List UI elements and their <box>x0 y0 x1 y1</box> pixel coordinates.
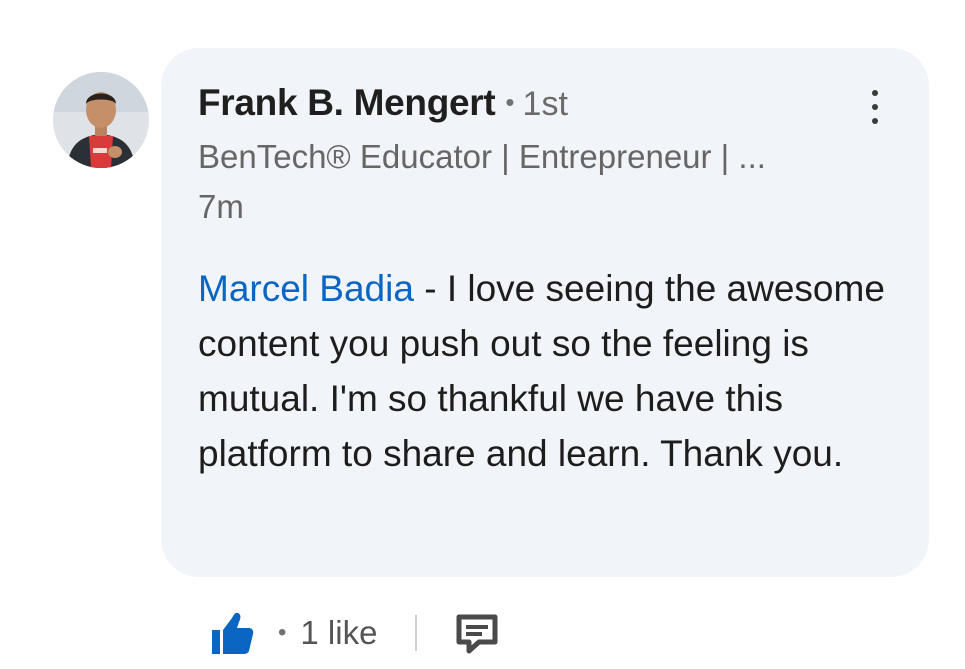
divider <box>415 615 418 651</box>
vertical-ellipsis-icon-dot <box>872 104 878 110</box>
author-name[interactable]: Frank B. Mengert <box>198 82 496 124</box>
comment-actions: • 1 like <box>210 603 499 663</box>
author-line: Frank B. Mengert • 1st <box>198 82 568 124</box>
comment-bubble: Frank B. Mengert • 1st BenTech® Educator… <box>161 48 929 577</box>
avatar-photo <box>53 72 149 168</box>
vertical-ellipsis-icon <box>872 90 878 96</box>
comment-icon[interactable] <box>455 612 499 654</box>
like-count[interactable]: 1 like <box>300 614 377 652</box>
separator-dot: • <box>505 87 515 117</box>
separator-dot: • <box>278 619 287 646</box>
author-headline: BenTech® Educator | Entrepreneur | ... <box>198 138 766 175</box>
more-options-button[interactable] <box>865 90 885 130</box>
timestamp: 7m <box>198 188 244 225</box>
mention-link[interactable]: Marcel Badia <box>198 268 414 309</box>
comment-text: Marcel Badia - I love seeing the awesome… <box>198 261 898 481</box>
vertical-ellipsis-icon-dot <box>872 118 878 124</box>
avatar[interactable] <box>53 72 149 168</box>
thumbs-up-icon[interactable] <box>210 610 254 656</box>
connection-degree: 1st <box>522 85 568 123</box>
